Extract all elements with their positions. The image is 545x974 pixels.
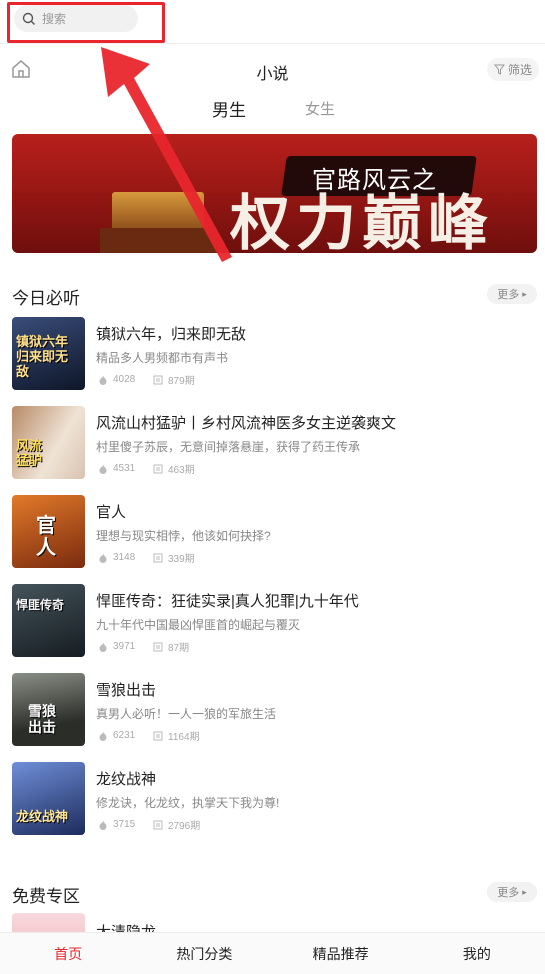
list-item[interactable]: 悍匪传奇 悍匪传奇：狂徒实录|真人犯罪|九十年代 九十年代中国最凶悍匪首的崛起与…	[0, 581, 545, 670]
fire-icon	[99, 731, 107, 741]
cover-text: 镇狱六年归来即无敌	[16, 335, 69, 380]
list-icon	[153, 375, 163, 384]
book-desc: 理想与现实相悖，他该如何抉择?	[96, 529, 271, 543]
episode-count: 87期	[168, 643, 190, 654]
section-today-header: 今日必听 更多 ▸	[0, 280, 545, 310]
promo-banner[interactable]: 官路风云之 权力巅峰	[12, 134, 537, 253]
cover-text: 风流猛驴	[16, 439, 43, 469]
tab-male-label: 男生	[212, 101, 246, 120]
tab-profile[interactable]: 我的	[409, 933, 545, 974]
list-icon	[153, 553, 163, 562]
book-title: 镇狱六年，归来即无敌	[96, 326, 247, 343]
fire-icon	[99, 820, 107, 830]
filter-icon	[493, 64, 505, 75]
list-icon	[153, 642, 163, 651]
book-desc: 修龙诀，化龙纹，执掌天下我为尊!	[96, 796, 280, 810]
list-icon	[153, 731, 163, 740]
filter-label: 筛选	[507, 63, 532, 77]
cover-text: 雪狼出击	[28, 704, 56, 736]
gender-tabs: 男生 女生	[0, 96, 545, 126]
book-cover: 风流猛驴	[12, 406, 85, 479]
book-title: 雪狼出击	[96, 682, 157, 699]
list-item[interactable]: 镇狱六年归来即无敌 镇狱六年，归来即无敌 精品多人男频都市有声书 4028 87…	[0, 314, 545, 403]
tab-home[interactable]: 首页	[0, 933, 136, 974]
play-count: 6231	[113, 730, 136, 741]
list-item[interactable]: 龙纹战神 龙纹战神 修龙诀，化龙纹，执掌天下我为尊! 3715 2796期	[0, 759, 545, 848]
list-item[interactable]: 雪狼出击 雪狼出击 真男人必听！一人一狼的军旅生活 6231 1164期	[0, 670, 545, 759]
book-cover: 龙纹战神	[12, 762, 85, 835]
banner-gate-image	[100, 192, 216, 253]
book-meta: 4028 879期	[98, 372, 195, 387]
book-desc: 村里傻子苏辰，无意间掉落悬崖，获得了药王传承	[96, 440, 361, 454]
book-meta: 3971 87期	[98, 639, 189, 654]
cover-text: 官人	[36, 513, 56, 559]
tab-featured[interactable]: 精品推荐	[273, 933, 409, 974]
tab-female[interactable]: 女生	[300, 98, 340, 119]
book-title: 悍匪传奇：狂徒实录|真人犯罪|九十年代	[96, 593, 359, 610]
episode-count: 463期	[168, 465, 195, 476]
book-cover: 官人	[12, 495, 85, 568]
fire-icon	[99, 642, 107, 652]
today-book-list: 镇狱六年归来即无敌 镇狱六年，归来即无敌 精品多人男频都市有声书 4028 87…	[0, 314, 545, 848]
book-cover: 雪狼出击	[12, 673, 85, 746]
tab-male[interactable]: 男生	[190, 96, 268, 121]
book-meta: 4531 463期	[98, 461, 195, 476]
list-item[interactable]: 风流猛驴 风流山村猛驴丨乡村风流神医多女主逆袭爽文 村里傻子苏辰，无意间掉落悬崖…	[0, 403, 545, 492]
episode-count: 2796期	[168, 821, 201, 832]
episode-count: 1164期	[168, 732, 200, 743]
today-more-button[interactable]: 更多 ▸	[487, 284, 537, 304]
book-meta: 3148 339期	[98, 550, 195, 565]
list-icon	[153, 820, 163, 829]
book-desc: 精品多人男频都市有声书	[96, 351, 229, 365]
list-item[interactable]: 官人 官人 理想与现实相悖，他该如何抉择? 3148 339期	[0, 492, 545, 581]
more-label: 更多	[497, 887, 520, 899]
section-today-title: 今日必听	[12, 289, 80, 308]
episode-count: 879期	[168, 376, 195, 387]
chevron-right-icon: ▸	[522, 886, 527, 897]
cover-text: 悍匪传奇	[16, 598, 65, 612]
chevron-right-icon: ▸	[522, 288, 527, 299]
fire-icon	[99, 464, 107, 474]
filter-button[interactable]: 筛选	[487, 58, 539, 81]
more-label: 更多	[497, 289, 520, 301]
play-count: 4028	[113, 374, 136, 385]
page-title: 小说	[256, 66, 289, 83]
book-meta: 6231 1164期	[98, 728, 200, 743]
nav-header: 小说 筛选	[0, 50, 545, 90]
free-more-button[interactable]: 更多 ▸	[487, 882, 537, 902]
list-icon	[153, 464, 163, 473]
banner-title-line2: 权力巅峰	[230, 189, 494, 253]
section-free-header: 免费专区 更多 ▸	[0, 878, 545, 908]
book-title: 龙纹战神	[96, 771, 157, 788]
book-desc: 真男人必听！一人一狼的军旅生活	[96, 707, 277, 721]
fire-icon	[99, 553, 107, 563]
book-desc: 九十年代中国最凶悍匪首的崛起与覆灭	[96, 618, 301, 632]
search-icon	[22, 12, 35, 25]
search-placeholder: 搜索	[42, 12, 67, 26]
tab-hot-categories[interactable]: 热门分类	[136, 933, 272, 974]
play-count: 4531	[113, 463, 136, 474]
fire-icon	[99, 375, 107, 385]
book-meta: 3715 2796期	[98, 817, 200, 832]
bottom-tab-bar: 首页 热门分类 精品推荐 我的	[0, 932, 545, 974]
book-cover: 镇狱六年归来即无敌	[12, 317, 85, 390]
episode-count: 339期	[168, 554, 195, 565]
search-input[interactable]: 搜索	[14, 5, 138, 32]
play-count: 3148	[113, 552, 136, 563]
book-title: 风流山村猛驴丨乡村风流神医多女主逆袭爽文	[96, 415, 397, 432]
cover-text: 龙纹战神	[16, 810, 69, 825]
book-title: 官人	[96, 504, 127, 521]
play-count: 3715	[113, 819, 136, 830]
top-search-bar: 搜索	[0, 0, 545, 44]
section-free-title: 免费专区	[12, 887, 80, 906]
book-cover: 悍匪传奇	[12, 584, 85, 657]
play-count: 3971	[113, 641, 136, 652]
